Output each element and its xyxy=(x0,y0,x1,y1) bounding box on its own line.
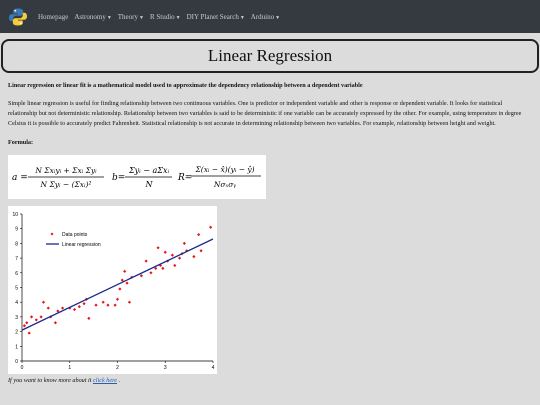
data-point xyxy=(125,281,129,285)
data-point xyxy=(77,305,81,309)
x-tick-label: 4 xyxy=(212,365,215,371)
data-point xyxy=(139,274,143,278)
data-point xyxy=(170,253,175,257)
data-point xyxy=(87,316,91,320)
y-tick-label: 9 xyxy=(15,227,18,233)
formula-a-lhs: a = xyxy=(12,173,28,183)
data-point xyxy=(177,256,182,260)
footer-prefix: If you want to know more about it xyxy=(8,377,94,384)
y-tick-label: 2 xyxy=(15,330,18,336)
formula-b-denominator: N xyxy=(145,180,154,189)
data-point xyxy=(101,300,105,304)
data-point xyxy=(27,331,31,335)
data-point xyxy=(22,324,26,328)
data-point xyxy=(118,287,122,291)
formula-r-lhs: R= xyxy=(177,173,192,183)
legend-marker-points xyxy=(50,232,54,236)
nav-arduino[interactable]: Arduino▼ xyxy=(251,13,280,21)
page-title: Linear Regression xyxy=(207,46,333,65)
data-point xyxy=(182,241,186,245)
data-point xyxy=(34,318,38,322)
x-tick-label: 3 xyxy=(164,365,167,371)
data-point xyxy=(72,307,77,312)
x-tick-label: 0 xyxy=(21,365,24,371)
data-point xyxy=(46,306,50,310)
regression-line xyxy=(21,238,214,331)
x-tick-label: 2 xyxy=(116,365,119,371)
formula-a-numerator: N Σxᵢyᵢ + Σxᵢ Σyᵢ xyxy=(34,166,97,175)
data-point xyxy=(127,300,132,304)
y-tick-label: 5 xyxy=(15,286,18,292)
formula-image: a = N Σxᵢyᵢ + Σxᵢ Σyᵢ N Σyᵢ − (Σxᵢ)² b= … xyxy=(8,155,266,199)
click-here-link[interactable]: click here xyxy=(93,377,117,384)
caret-down-icon: ▼ xyxy=(275,15,281,21)
y-tick-label: 3 xyxy=(15,315,18,321)
y-tick-label: 10 xyxy=(12,212,18,218)
nav-r-studio[interactable]: R Studio▼ xyxy=(150,13,181,21)
data-point xyxy=(173,263,177,268)
footer-suffix: . xyxy=(117,377,121,384)
data-point xyxy=(209,225,213,229)
data-point xyxy=(197,232,201,237)
caret-down-icon: ▼ xyxy=(139,15,144,21)
y-tick-label: 1 xyxy=(15,344,18,350)
data-point xyxy=(161,266,165,270)
data-point xyxy=(41,300,46,304)
formula-b-numerator: Σyᵢ − aΣxᵢ xyxy=(128,166,170,175)
regression-chart-svg: 0 1 2 3 4 5 6 7 8 9 10 0 1 2 3 4 Data points Linear regre… xyxy=(12,212,215,371)
y-tick-label: 7 xyxy=(15,256,18,262)
caret-down-icon: ▼ xyxy=(239,15,245,21)
data-point xyxy=(39,315,43,319)
x-tick-label: 1 xyxy=(68,365,71,371)
regression-chart: 0 1 2 3 4 5 6 7 8 9 10 0 1 2 3 4 Data points Linear regre… xyxy=(8,206,217,374)
data-point xyxy=(29,315,34,319)
legend-label-points: Data points xyxy=(62,232,88,238)
caret-down-icon: ▼ xyxy=(175,15,181,21)
data-point xyxy=(53,321,58,325)
data-point xyxy=(144,259,148,263)
data-point xyxy=(25,321,29,325)
nav-diy-planet-search[interactable]: DIY Planet Search▼ xyxy=(187,13,245,21)
data-point xyxy=(163,250,167,254)
formula-b-lhs: b= xyxy=(112,173,125,183)
top-navbar: Homepage Astronomy▼ Theory▼ R Studio▼ DI… xyxy=(0,0,540,33)
caret-down-icon: ▼ xyxy=(106,15,112,21)
y-tick-label: 8 xyxy=(15,241,18,247)
data-point xyxy=(156,246,160,250)
nav-homepage[interactable]: Homepage xyxy=(38,13,68,21)
data-point xyxy=(106,303,110,307)
formula-r-numerator: Σ(xᵢ − x̂)(yᵢ − ŷ) xyxy=(194,165,254,174)
formula-heading: Formula: xyxy=(8,139,34,146)
data-point xyxy=(123,269,127,273)
data-point xyxy=(60,306,65,310)
data-point xyxy=(94,303,98,307)
page-title-box: Linear Regression xyxy=(1,39,539,73)
y-tick-label: 4 xyxy=(15,300,18,306)
nav-theory[interactable]: Theory▼ xyxy=(118,13,144,21)
formula-r-denominator: Nσₓσᵧ xyxy=(213,180,236,189)
main-content: Linear regression or linear fit is a mat… xyxy=(0,82,540,384)
description-paragraph: Simple linear regression is useful for f… xyxy=(8,100,522,127)
footer-text: If you want to know more about it click … xyxy=(8,377,532,384)
data-point xyxy=(115,297,120,301)
data-point xyxy=(199,249,203,253)
y-tick-label: 6 xyxy=(15,271,18,277)
y-tick-label: 0 xyxy=(15,359,18,365)
nav-astronomy[interactable]: Astronomy▼ xyxy=(74,13,111,21)
formula-a-denominator: N Σyᵢ − (Σxᵢ)² xyxy=(40,180,92,189)
python-logo-icon[interactable] xyxy=(8,7,28,27)
legend-label-line: Linear regression xyxy=(62,242,101,248)
data-point xyxy=(82,302,86,306)
lead-text: Linear regression or linear fit is a mat… xyxy=(8,82,363,89)
data-point xyxy=(192,255,196,259)
data-point xyxy=(149,271,153,275)
data-point xyxy=(113,303,117,307)
